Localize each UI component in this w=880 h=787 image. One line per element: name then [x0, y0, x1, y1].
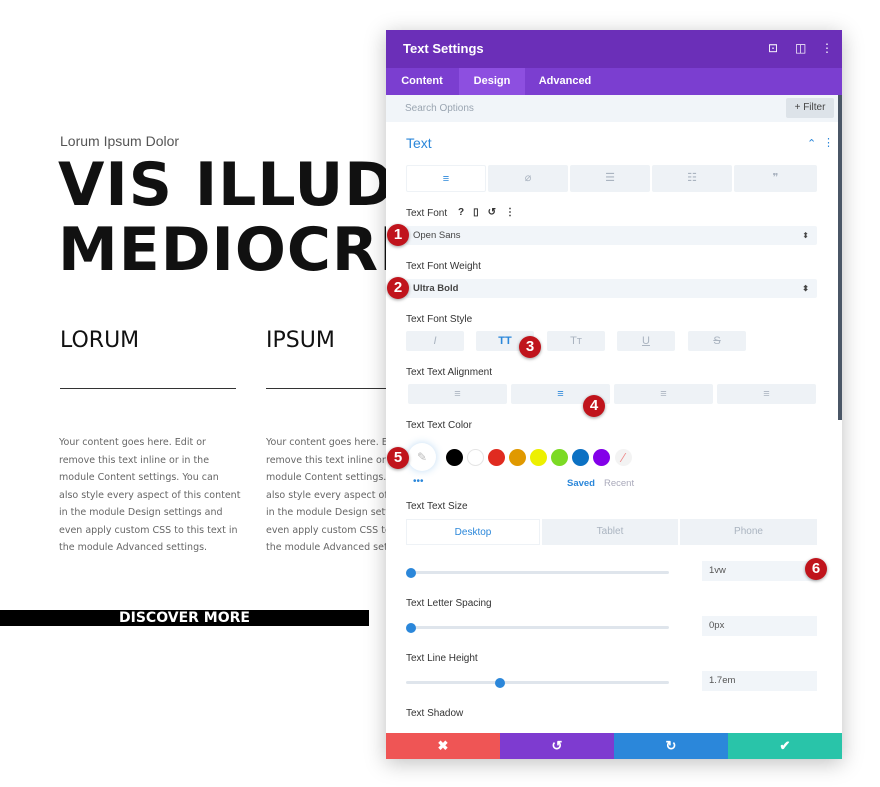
select-arrows-icon: ⬍ — [802, 284, 809, 293]
style-strikethrough-button[interactable]: S — [688, 331, 746, 351]
font-select[interactable]: Open Sans ⬍ — [406, 226, 817, 245]
focus-icon[interactable]: ⊡ — [768, 41, 778, 55]
spacing-slider[interactable] — [406, 622, 669, 633]
scrollbar[interactable] — [838, 95, 842, 420]
panel-header: Text Settings ⊡ ◫ ⋮ — [386, 30, 842, 68]
section-menu-icon[interactable]: ⋮ — [823, 136, 834, 149]
font-label: Text Font — [406, 208, 448, 219]
step-marker: 1 — [387, 224, 409, 246]
collapse-chevron-icon[interactable]: ⌃ — [807, 137, 816, 150]
step-marker: 2 — [387, 277, 409, 299]
color-swatch[interactable] — [530, 449, 547, 466]
size-label: Text Text Size — [406, 501, 468, 512]
align-right-button[interactable]: ≡ — [614, 384, 713, 404]
line-height-label: Text Line Height — [406, 653, 478, 664]
more-colors-icon[interactable]: ••• — [413, 476, 424, 487]
save-button[interactable]: ✔ — [728, 733, 842, 759]
alignment-label: Text Text Alignment — [406, 367, 492, 378]
select-arrows-icon: ⬍ — [802, 231, 809, 240]
divider — [60, 388, 236, 389]
column-title-ipsum: IPSUM — [266, 328, 335, 353]
tab-advanced[interactable]: Advanced — [526, 68, 604, 95]
text-tab-link[interactable]: ⌀ — [488, 165, 568, 192]
saved-colors-tab[interactable]: Saved — [567, 478, 595, 489]
text-settings-panel: Text Settings ⊡ ◫ ⋮ Content Design Advan… — [386, 30, 842, 759]
color-swatch[interactable] — [446, 449, 463, 466]
redo-button[interactable]: ↻ — [614, 733, 728, 759]
page-subtitle: Lorum Ipsum Dolor — [60, 133, 180, 149]
search-bar: Search Options + Filter — [386, 95, 842, 122]
color-swatch[interactable] — [551, 449, 568, 466]
style-smallcaps-button[interactable]: Tт — [547, 331, 605, 351]
device-tab-tablet[interactable]: Tablet — [542, 519, 678, 545]
column-title-lorum: LORUM — [60, 328, 140, 353]
text-tab-paragraph[interactable]: ≡ — [406, 165, 486, 192]
no-color-swatch[interactable]: ⁄ — [615, 449, 632, 466]
device-tab-desktop[interactable]: Desktop — [406, 519, 540, 545]
color-swatch[interactable] — [593, 449, 610, 466]
section-title: Text — [406, 135, 432, 151]
color-swatch[interactable] — [572, 449, 589, 466]
font-value: Open Sans — [413, 230, 461, 241]
color-swatch[interactable] — [509, 449, 526, 466]
slider-handle[interactable] — [406, 567, 416, 578]
shadow-label: Text Shadow — [406, 708, 464, 719]
panel-title: Text Settings — [403, 41, 484, 56]
style-underline-button[interactable]: U — [617, 331, 675, 351]
recent-colors-tab[interactable]: Recent — [604, 478, 634, 489]
cancel-button[interactable]: ✖ — [386, 733, 500, 759]
align-justify-button[interactable]: ≡ — [717, 384, 816, 404]
weight-select[interactable]: Ultra Bold ⬍ — [406, 279, 817, 298]
style-label: Text Font Style — [406, 314, 473, 325]
tab-design[interactable]: Design — [459, 68, 525, 95]
align-left-button[interactable]: ≡ — [408, 384, 507, 404]
size-slider[interactable] — [406, 567, 669, 578]
size-input[interactable]: 1vw — [702, 561, 817, 581]
tab-content[interactable]: Content — [386, 68, 458, 95]
color-swatch[interactable] — [488, 449, 505, 466]
color-label: Text Text Color — [406, 420, 472, 431]
step-marker: 6 — [805, 558, 827, 580]
step-marker: 5 — [387, 447, 409, 469]
line-height-slider[interactable] — [406, 677, 669, 688]
text-tab-quote[interactable]: ❞ — [734, 165, 817, 192]
spacing-input[interactable]: 0px — [702, 616, 817, 636]
discover-more-button[interactable]: DISCOVER MORE — [0, 610, 369, 626]
filter-button[interactable]: + Filter — [786, 98, 834, 118]
help-icon[interactable]: ?▯↺⋮ — [458, 207, 524, 218]
more-vertical-icon[interactable]: ⋮ — [821, 41, 833, 55]
column-body: Your content goes here. Edit or remove t… — [59, 437, 241, 553]
panel-tabs: Content Design Advanced — [386, 68, 842, 95]
step-marker: 3 — [519, 336, 541, 358]
step-marker: 4 — [583, 395, 605, 417]
color-swatch[interactable] — [467, 449, 484, 466]
weight-label: Text Font Weight — [406, 261, 481, 272]
eyedropper-icon[interactable]: ✎ — [408, 443, 436, 471]
undo-button[interactable]: ↺ — [500, 733, 614, 759]
weight-value: Ultra Bold — [413, 283, 459, 294]
slider-handle[interactable] — [406, 622, 416, 633]
device-tab-phone[interactable]: Phone — [680, 519, 817, 545]
style-italic-button[interactable]: I — [406, 331, 464, 351]
spacing-label: Text Letter Spacing — [406, 598, 492, 609]
split-view-icon[interactable]: ◫ — [795, 41, 806, 55]
text-tab-ul[interactable]: ☰ — [570, 165, 650, 192]
line-height-input[interactable]: 1.7em — [702, 671, 817, 691]
slider-handle[interactable] — [495, 677, 505, 688]
text-tab-ol[interactable]: ☷ — [652, 165, 732, 192]
search-input[interactable]: Search Options — [405, 103, 474, 114]
